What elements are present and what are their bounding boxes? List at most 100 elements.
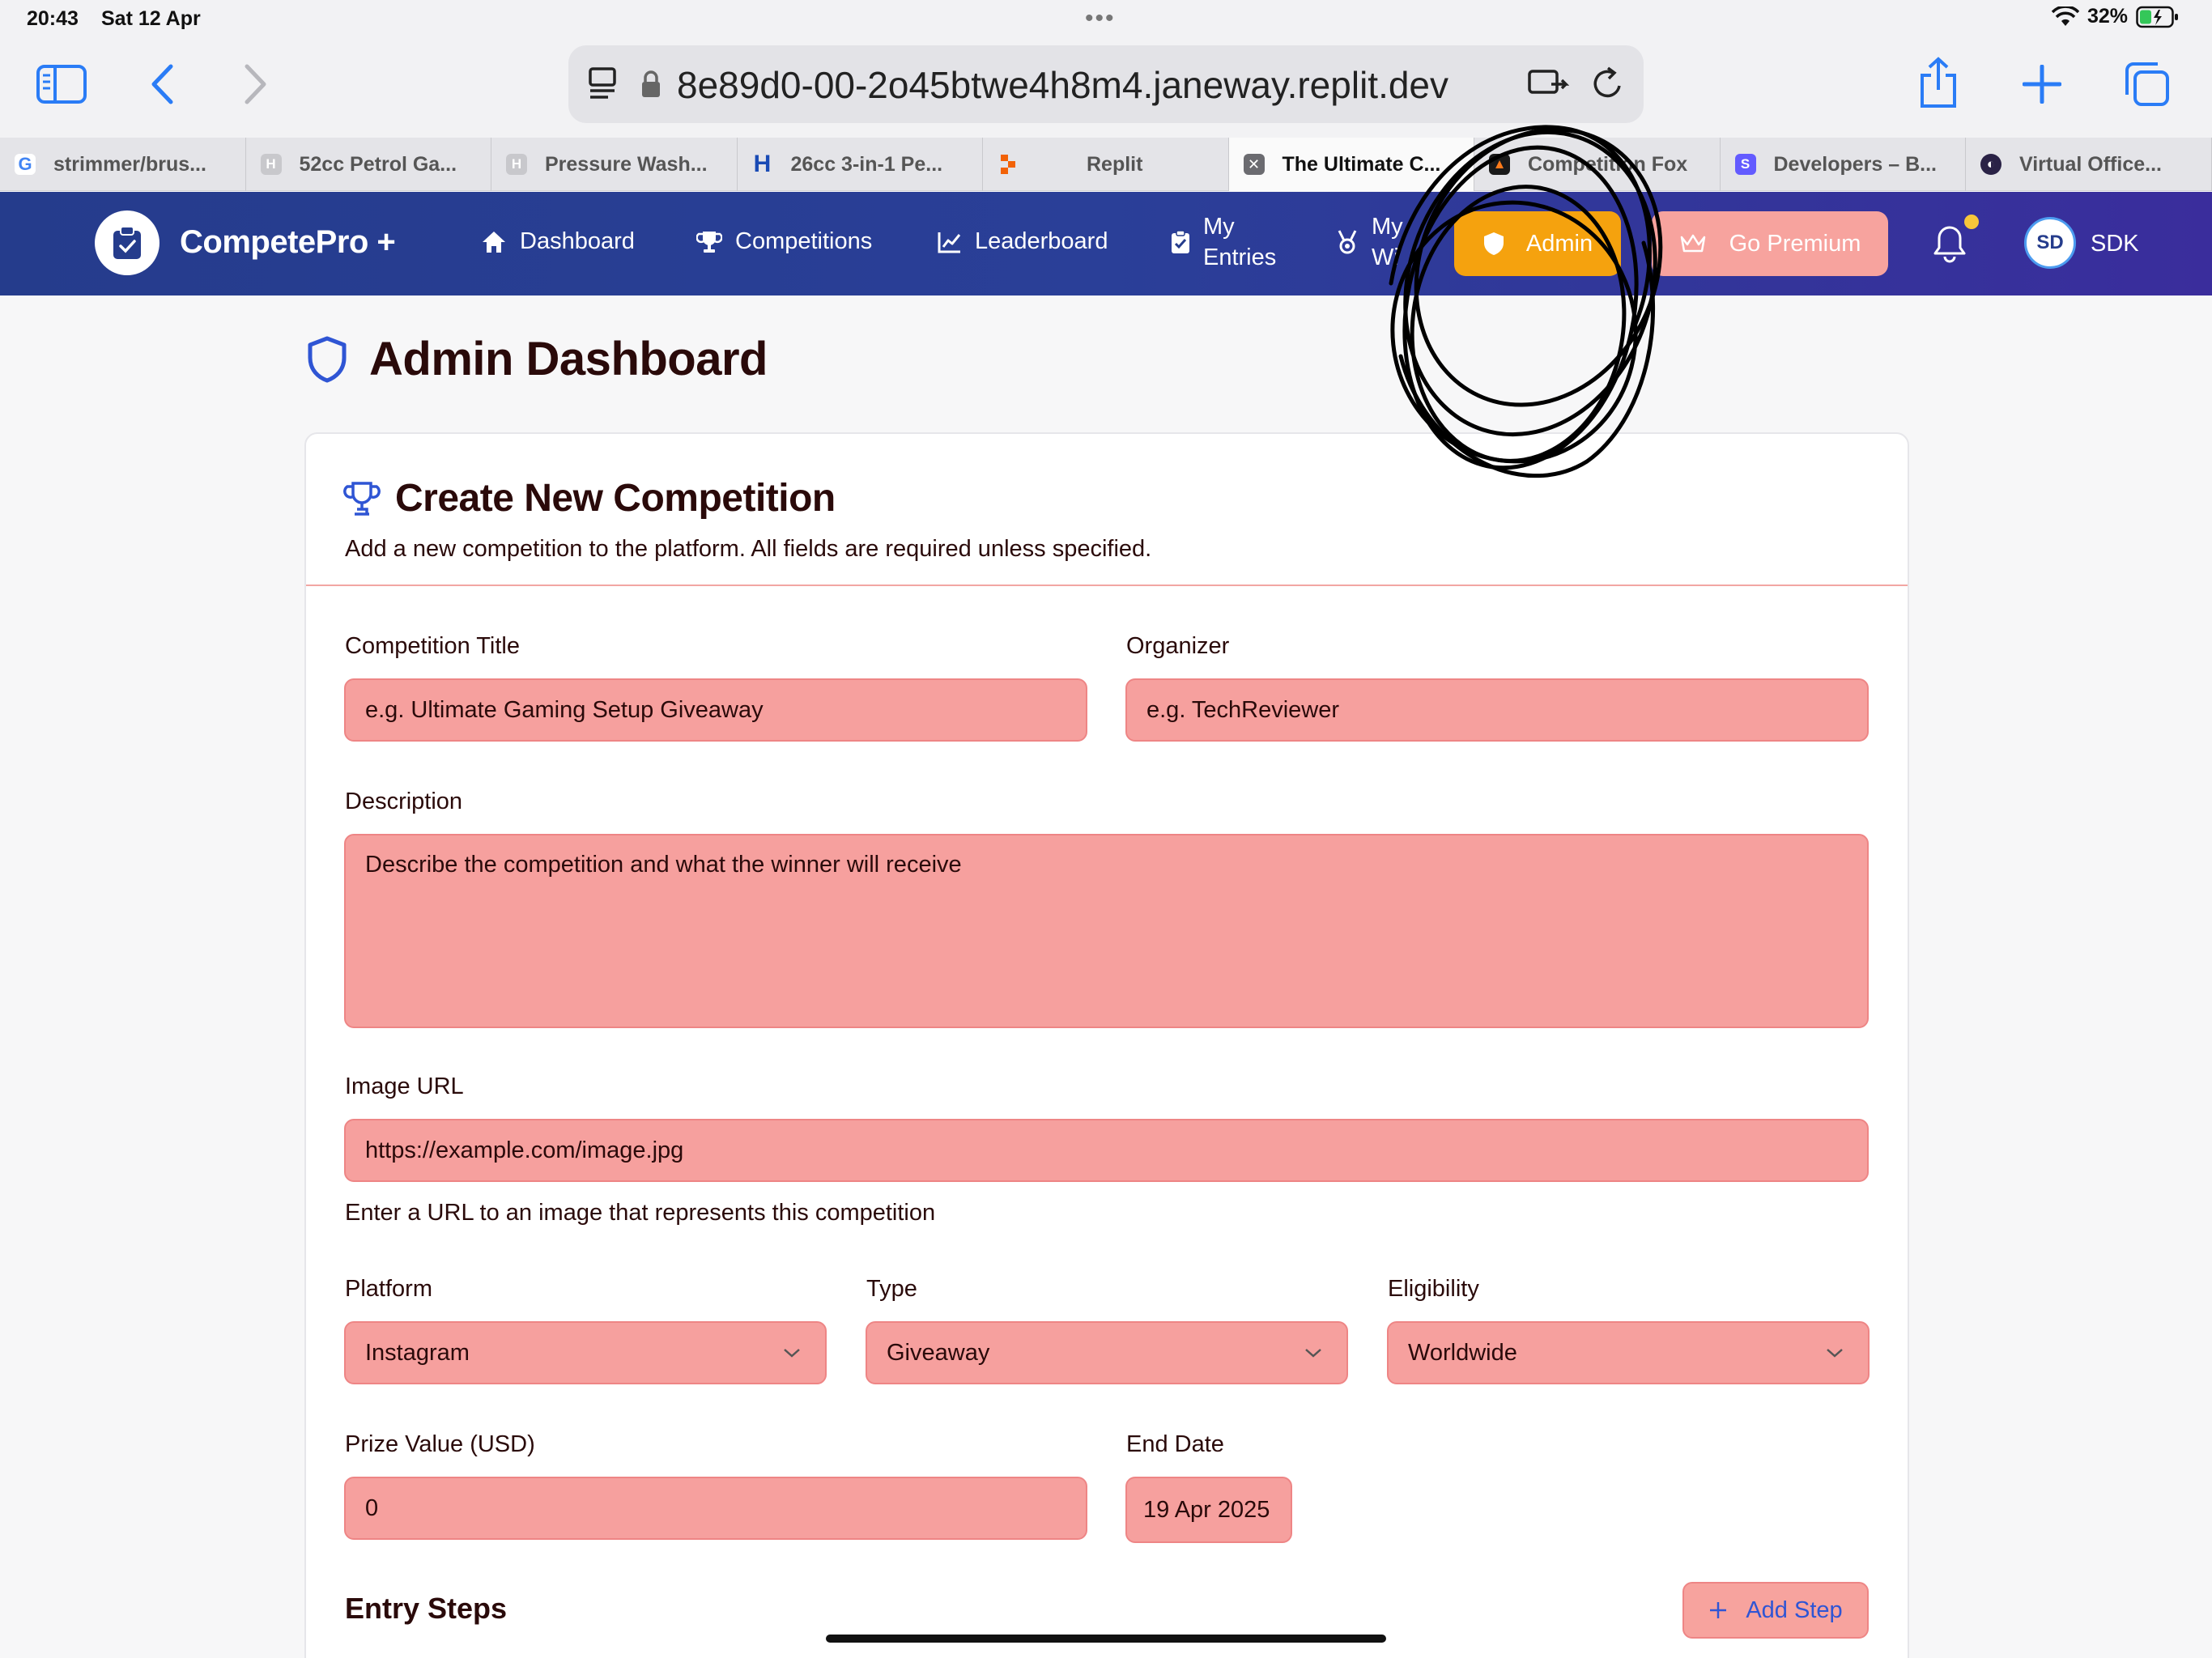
browser-tab[interactable]: S Developers – B... [1721,138,1966,191]
competition-title-input[interactable]: e.g. Ultimate Gaming Setup Giveaway [344,678,1087,742]
nav-label-line1: My [1203,214,1235,240]
admin-label: Admin [1525,230,1593,257]
organizer-label: Organizer [1126,633,1230,659]
chevron-down-icon [1827,1349,1843,1358]
user-name[interactable]: SDK [2091,231,2139,257]
app-navbar: CompetePro + Dashboard Competitions Lead… [0,192,2212,295]
nav-my-wins[interactable]: My Wi [1336,211,1403,273]
brand-logo-icon[interactable] [95,210,160,275]
platform-select[interactable]: Instagram [344,1321,827,1384]
fox-icon: ▲ [1489,154,1510,175]
prize-value-label: Prize Value (USD) [345,1431,535,1457]
forward-icon[interactable] [240,60,272,108]
description-placeholder: Describe the competition and what the wi… [365,852,962,878]
status-date: Sat 12 Apr [101,7,201,30]
image-url-input[interactable]: https://example.com/image.jpg [344,1119,1869,1182]
admin-button[interactable]: Admin [1454,211,1621,276]
status-bar: 20:43 Sat 12 Apr ••• 32% [0,0,2212,39]
reload-icon[interactable] [1590,65,1626,102]
shield-icon [1483,232,1504,255]
h-icon: H [506,154,527,175]
sidebar-toggle-icon[interactable] [36,63,87,105]
battery-percent: 32% [2087,5,2128,28]
reader-icon[interactable] [1527,66,1569,102]
avatar[interactable]: SD [2024,217,2076,269]
wifi-icon [2051,6,2079,26]
prize-value: 0 [365,1494,379,1521]
lock-icon [642,70,660,97]
browser-tab[interactable]: ◐ Virtual Office... [1966,138,2212,191]
notification-dot [1964,215,1979,229]
page-title: Admin Dashboard [369,333,768,385]
card-subtitle: Add a new competition to the platform. A… [345,536,1152,562]
back-icon[interactable] [146,60,178,108]
add-step-button[interactable]: Add Step [1682,1582,1869,1639]
premium-label: Go Premium [1729,230,1861,257]
end-date-picker[interactable]: 19 Apr 2025 [1125,1477,1292,1543]
trophy-icon [696,231,722,253]
tab-label: 52cc Petrol Ga... [299,152,457,176]
page-menu-icon[interactable] [588,66,620,102]
nav-leaderboard[interactable]: Leaderboard [938,228,1108,255]
home-indicator[interactable] [826,1635,1386,1643]
battery-icon [2136,6,2178,28]
tab-label: The Ultimate C... [1282,152,1441,176]
card-title-row: Create New Competition [343,476,836,521]
eligibility-select[interactable]: Worldwide [1387,1321,1870,1384]
tab-label: Developers – B... [1773,152,1937,176]
card-title: Create New Competition [395,477,836,520]
platform-label: Platform [345,1276,432,1302]
tab-label: Virtual Office... [2019,152,2162,176]
image-url-placeholder: https://example.com/image.jpg [365,1137,684,1163]
tab-label: Pressure Wash... [545,152,708,176]
h-brand-icon: H [753,151,772,177]
nav-competitions[interactable]: Competitions [696,228,872,255]
nav-my-entries[interactable]: My Entries [1171,211,1276,273]
browser-tab[interactable]: H Pressure Wash... [491,138,738,191]
brand-name[interactable]: CompetePro + [180,224,396,261]
close-tab-icon[interactable]: ✕ [1243,154,1265,175]
new-tab-icon[interactable] [2021,60,2063,108]
browser-tab[interactable]: H 26cc 3-in-1 Pe... [738,138,983,191]
entry-steps-title: Entry Steps [345,1592,508,1625]
medal-icon [1338,230,1357,254]
browser-tab[interactable]: ▲ Competition Fox [1474,138,1721,191]
h-icon: H [260,154,282,175]
browser-tab-active[interactable]: ✕ The Ultimate C... [1228,138,1474,191]
eligibility-label: Eligibility [1388,1276,1479,1302]
nav-label-line2: Wi [1372,244,1399,270]
bell-icon[interactable] [1932,224,1967,263]
tab-label: 26cc 3-in-1 Pe... [790,152,943,176]
browser-tab[interactable]: H 52cc Petrol Ga... [246,138,491,191]
eligibility-value: Worldwide [1408,1339,1517,1366]
end-date-label: End Date [1126,1431,1224,1457]
card-header: Create New Competition Add a new competi… [306,434,1908,586]
organizer-placeholder: e.g. TechReviewer [1146,696,1340,723]
status-time: 20:43 [27,7,79,30]
browser-tab[interactable]: Replit [983,138,1229,191]
share-icon[interactable] [1914,53,1963,112]
s-icon: S [1734,154,1756,175]
create-competition-card: Create New Competition Add a new competi… [304,432,1909,1658]
tab-label: Replit [1087,152,1143,176]
nav-dashboard[interactable]: Dashboard [481,228,635,255]
type-value: Giveaway [887,1339,990,1366]
prize-value-input[interactable]: 0 [344,1477,1087,1540]
virtual-office-icon: ◐ [1980,154,2001,175]
shield-icon [308,336,347,382]
nav-label: Dashboard [520,228,635,254]
platform-value: Instagram [365,1339,470,1366]
tab-overview-icon[interactable] [2121,60,2172,108]
end-date-value: 19 Apr 2025 [1143,1496,1270,1523]
multitasking-dots-icon[interactable]: ••• [1085,5,1116,32]
chart-line-icon [938,232,961,253]
address-bar[interactable]: 8e89d0-00-2o45btwe4h8m4.janeway.replit.d… [568,45,1644,123]
add-step-label: Add Step [1746,1596,1843,1623]
go-premium-button[interactable]: Go Premium [1652,211,1888,276]
nav-label: Competitions [735,228,873,254]
competition-title-placeholder: e.g. Ultimate Gaming Setup Giveaway [365,696,764,723]
organizer-input[interactable]: e.g. TechReviewer [1125,678,1869,742]
browser-tab[interactable]: G strimmer/brus... [0,138,246,191]
type-select[interactable]: Giveaway [866,1321,1348,1384]
description-textarea[interactable]: Describe the competition and what the wi… [344,834,1869,1028]
